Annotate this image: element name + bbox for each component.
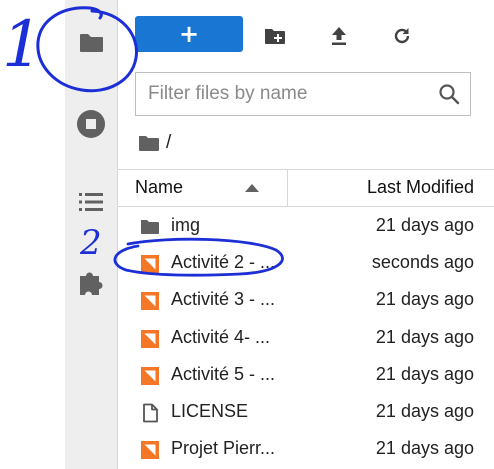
name-column-header[interactable]: Name	[135, 177, 183, 198]
file-browser-tab[interactable]	[65, 22, 117, 62]
notebook-icon	[140, 440, 160, 460]
annotation-number-1: 1	[2, 8, 43, 82]
notebook-icon	[140, 254, 160, 274]
file-row-activite-2[interactable]: Activité 2 - ... seconds ago	[118, 245, 494, 282]
sort-ascending-icon[interactable]	[245, 184, 259, 192]
notebook-icon	[140, 366, 160, 386]
file-name: Activité 3 - ...	[171, 289, 276, 310]
file-modified: 21 days ago	[375, 326, 474, 347]
file-name: Activité 5 - ...	[171, 363, 276, 384]
file-browser-panel: + Filter files by name / Name Last Modif…	[117, 0, 494, 469]
file-row-projet[interactable]: Projet Pierr... 21 days ago	[118, 431, 494, 468]
file-modified: seconds ago	[371, 252, 474, 273]
running-sessions-tab[interactable]	[65, 104, 117, 144]
new-folder-button[interactable]	[261, 22, 289, 50]
folder-icon	[140, 217, 160, 237]
file-browser-toolbar: +	[118, 0, 494, 70]
upload-button[interactable]	[325, 22, 353, 50]
file-row-activite-3[interactable]: Activité 3 - ... 21 days ago	[118, 282, 494, 319]
file-name: img	[171, 215, 201, 235]
breadcrumb: /	[138, 130, 171, 156]
plus-icon: +	[178, 20, 200, 48]
extension-manager-tab[interactable]	[65, 262, 117, 302]
file-name: Activité 2 - ...	[171, 252, 276, 273]
file-row-img[interactable]: img 21 days ago	[118, 208, 494, 245]
file-modified: 21 days ago	[375, 400, 474, 421]
refresh-button[interactable]	[388, 22, 416, 50]
table-of-contents-icon	[79, 193, 103, 211]
file-modified: 21 days ago	[375, 438, 474, 459]
file-row-license[interactable]: LICENSE 21 days ago	[118, 394, 494, 431]
file-row-activite-5[interactable]: Activité 5 - ... 21 days ago	[118, 357, 494, 394]
new-launcher-button[interactable]: +	[135, 16, 243, 52]
home-folder-icon[interactable]	[138, 134, 160, 152]
folder-icon	[80, 34, 103, 52]
notebook-icon	[140, 291, 160, 311]
file-name: Activité 4- ...	[171, 326, 271, 347]
stop-circle-icon	[77, 110, 105, 138]
file-list-header: Name Last Modified	[118, 169, 494, 207]
search-icon	[439, 84, 460, 105]
file-name: LICENSE	[171, 400, 249, 421]
new-folder-icon	[265, 29, 285, 44]
file-modified: 21 days ago	[375, 289, 474, 310]
filter-files-input[interactable]	[148, 81, 433, 107]
refresh-icon	[394, 28, 410, 44]
activity-sidebar	[65, 0, 117, 469]
file-name: Projet Pierr...	[171, 438, 276, 459]
upload-icon	[332, 27, 346, 45]
table-of-contents-tab[interactable]	[65, 184, 117, 220]
breadcrumb-separator: /	[166, 132, 172, 153]
filter-files-field[interactable]	[135, 72, 471, 116]
last-modified-column-header[interactable]: Last Modified	[367, 177, 474, 198]
file-row-activite-4[interactable]: Activité 4- ... 21 days ago	[118, 320, 494, 357]
file-modified: 21 days ago	[375, 363, 474, 384]
puzzle-extension-icon	[80, 272, 103, 295]
file-list: img 21 days ago Activité 2 - ... seconds…	[118, 208, 494, 468]
file-modified: 21 days ago	[375, 215, 474, 235]
notebook-icon	[140, 329, 160, 349]
jupyterlab-window: + Filter files by name / Name Last Modif…	[0, 0, 494, 469]
column-divider[interactable]	[287, 170, 288, 206]
file-icon	[140, 403, 160, 423]
